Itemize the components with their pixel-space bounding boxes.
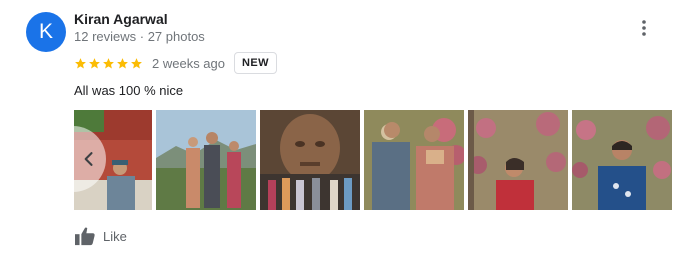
review-photo-2[interactable] [156, 110, 256, 210]
chevron-left-icon [84, 152, 93, 166]
thumbs-up-icon [75, 227, 95, 246]
reviewer-name[interactable]: Kiran Agarwal [74, 11, 168, 28]
more-vert-icon [642, 20, 646, 36]
review-photo-3[interactable] [260, 110, 360, 210]
rating-row: 2 weeks ago NEW [74, 52, 277, 74]
star-icon [131, 57, 142, 68]
like-label: Like [103, 228, 127, 244]
star-icon [117, 57, 128, 68]
review-photo-5[interactable] [468, 110, 568, 210]
new-badge: NEW [234, 52, 277, 74]
review-time: 2 weeks ago [152, 55, 225, 71]
review-photo-4[interactable] [364, 110, 464, 210]
star-icon [103, 57, 114, 68]
star-icon [75, 57, 86, 68]
avatar[interactable]: K [26, 12, 66, 52]
more-options-button[interactable] [632, 16, 656, 40]
review-text: All was 100 % nice [74, 83, 184, 98]
star-icon [89, 57, 100, 68]
like-button[interactable]: Like [74, 226, 127, 246]
review-photo-6[interactable] [572, 110, 672, 210]
reviewer-meta: 12 reviews · 27 photos [74, 29, 205, 44]
star-rating [74, 57, 143, 70]
photo-strip [74, 110, 672, 210]
